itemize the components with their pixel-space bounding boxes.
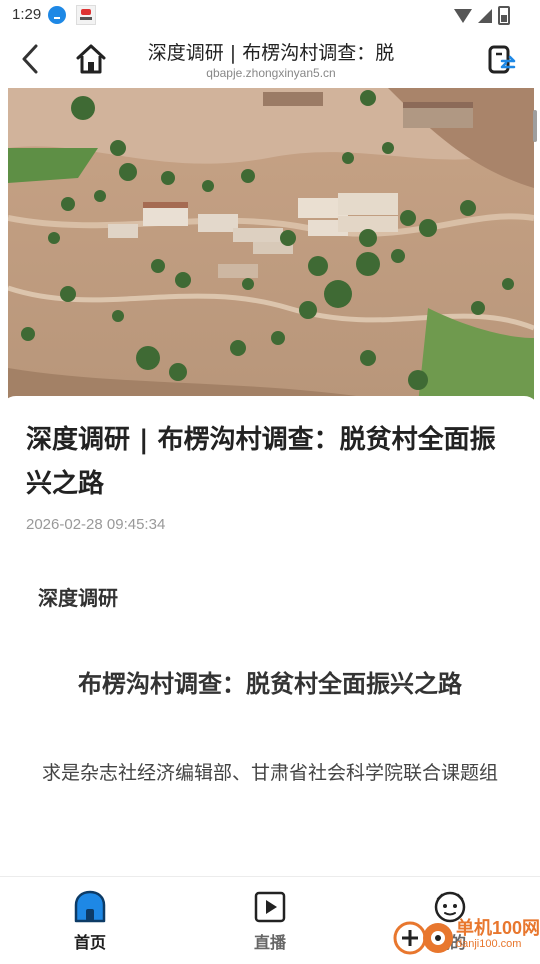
nav-home[interactable]: 首页 (30, 877, 150, 961)
section-label: 深度调研 (38, 586, 118, 610)
switch-window-icon[interactable] (486, 44, 518, 76)
page-url: qbapje.zhongxinyan5.cn (206, 66, 336, 80)
hero-image (8, 88, 534, 404)
watermark-url: danji100.com (456, 938, 522, 950)
article-byline: 求是杂志社经济编辑部、甘肃省社会科学院联合课题组 (41, 762, 498, 784)
browser-header: 深度调研 | 布楞沟村调查：脱 qbapje.zhongxinyan5.cn (0, 30, 540, 88)
app-notification-icon (76, 5, 96, 25)
back-arrow-icon[interactable] (14, 40, 48, 78)
battery-icon (498, 6, 510, 25)
system-indicators (454, 6, 510, 25)
status-time: 1:29 (12, 6, 42, 23)
home-icon[interactable] (74, 42, 108, 76)
article-card: 深度调研 | 布楞沟村调查：脱贫村全面振兴之路 2026-02-28 09:45… (0, 396, 540, 876)
status-bar: 1:29 (0, 0, 540, 30)
village-landscape-image (8, 88, 534, 404)
watermark-logo-icon (393, 921, 453, 955)
download-icon (48, 6, 66, 24)
wifi-icon (454, 8, 472, 23)
page-title: 深度调研 | 布楞沟村调查：脱 (147, 42, 395, 64)
signal-icon (478, 8, 492, 23)
home-icon (74, 890, 106, 923)
page-scrollbar[interactable] (533, 110, 537, 142)
article-title: 深度调研 | 布楞沟村调查：脱贫村全面振兴之路 (26, 425, 496, 499)
article-heading: 布楞沟村调查：脱贫村全面振兴之路 (78, 670, 462, 698)
nav-live[interactable]: 直播 (210, 877, 330, 961)
nav-live-label: 直播 (253, 933, 286, 952)
play-icon (254, 891, 286, 923)
article-date: 2026-02-28 09:45:34 (26, 516, 166, 533)
nav-home-label: 首页 (73, 933, 106, 952)
watermark-brand: 单机100网 (456, 918, 540, 938)
site-watermark: 单机100网 danji100.com (392, 914, 540, 960)
